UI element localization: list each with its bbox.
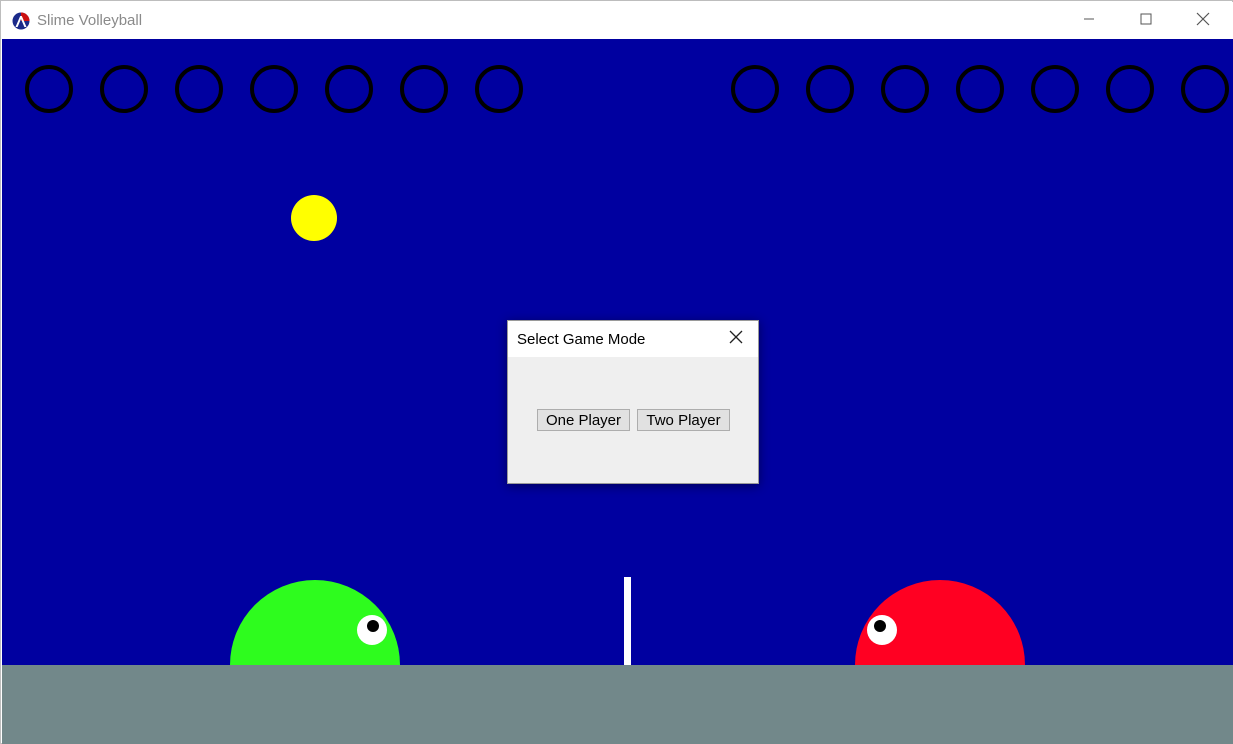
dialog-close-button[interactable] (722, 327, 750, 351)
two-player-button[interactable]: Two Player (637, 409, 730, 431)
right-score-marker (806, 65, 854, 113)
right-score-marker (1031, 65, 1079, 113)
right-score-marker (881, 65, 929, 113)
left-slime-player (230, 580, 400, 665)
one-player-button[interactable]: One Player (537, 409, 630, 431)
close-button[interactable] (1174, 3, 1232, 39)
net (624, 577, 631, 665)
slime-pupil (874, 620, 886, 632)
slime-eye (357, 615, 387, 645)
left-score-marker (325, 65, 373, 113)
right-score-marker (1181, 65, 1229, 113)
left-score-marker (25, 65, 73, 113)
right-score-marker (1106, 65, 1154, 113)
window-titlebar[interactable]: Slime Volleyball (2, 2, 1233, 39)
maximize-icon (1140, 12, 1152, 30)
right-score-marker (731, 65, 779, 113)
right-score-marker (956, 65, 1004, 113)
right-slime-player (855, 580, 1025, 665)
dialog-titlebar[interactable]: Select Game Mode (508, 321, 758, 357)
left-score-marker (250, 65, 298, 113)
minimize-icon (1083, 12, 1095, 30)
left-score-marker (175, 65, 223, 113)
left-score-marker (100, 65, 148, 113)
volleyball (291, 195, 337, 241)
app-logo-icon (12, 12, 30, 30)
left-score-marker (400, 65, 448, 113)
window-title: Slime Volleyball (37, 12, 143, 29)
slime-eye (867, 615, 897, 645)
maximize-button[interactable] (1117, 3, 1175, 39)
close-icon (1196, 12, 1210, 31)
dialog-title: Select Game Mode (517, 331, 646, 348)
game-mode-dialog: Select Game Mode One Player Two Player (507, 320, 759, 484)
slime-pupil (367, 620, 379, 632)
minimize-button[interactable] (1060, 3, 1118, 39)
ground (2, 665, 1233, 744)
left-score-marker (475, 65, 523, 113)
game-window: Slime Volleyball Select Game Mode One Pl… (0, 0, 1233, 744)
close-icon (729, 330, 743, 349)
